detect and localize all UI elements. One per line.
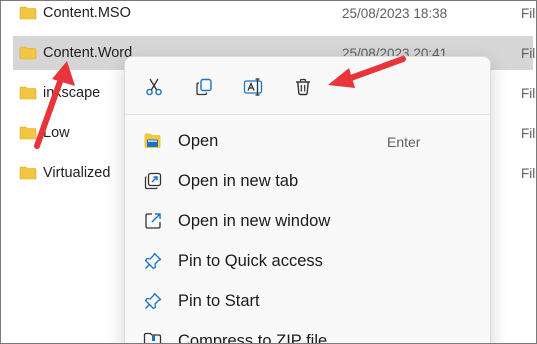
menu-item-label: Pin to Quick access	[178, 252, 323, 270]
menu-item-pin-quick-access[interactable]: Pin to Quick access	[125, 241, 492, 281]
file-name: inkscape	[43, 85, 101, 101]
file-name: Low	[43, 125, 70, 141]
quick-actions-bar	[125, 57, 492, 113]
menu-item-open-new-window[interactable]: Open in new window	[125, 201, 492, 241]
file-name: Virtualized	[43, 165, 111, 181]
pin-icon	[144, 292, 162, 310]
file-type: Fil	[521, 85, 535, 101]
menu-item-open-new-tab[interactable]: Open in new tab	[125, 161, 492, 201]
copy-button[interactable]	[190, 73, 218, 101]
rename-button[interactable]	[240, 73, 268, 101]
menu-item-label: Open in new tab	[178, 172, 299, 190]
copy-icon	[196, 78, 212, 96]
rename-icon	[243, 78, 263, 96]
folder-icon	[19, 166, 37, 180]
menu-item-shortcut: Enter	[387, 134, 421, 150]
menu-divider	[125, 114, 492, 115]
file-type: Fil	[521, 5, 535, 21]
folder-open-icon	[144, 133, 161, 148]
menu-item-pin-start[interactable]: Pin to Start	[125, 281, 492, 321]
delete-button[interactable]	[289, 73, 317, 101]
menu-item-open[interactable]: Open Enter	[125, 121, 492, 161]
file-name: Content.MSO	[43, 5, 131, 21]
cut-button[interactable]	[140, 73, 168, 101]
scissors-icon	[146, 78, 162, 96]
folder-icon	[19, 6, 37, 20]
folder-icon	[19, 86, 37, 100]
menu-item-label: Open	[178, 132, 219, 150]
file-date: 25/08/2023 18:38	[342, 5, 448, 21]
menu-item-label: Pin to Start	[178, 292, 260, 310]
context-menu: Open Enter Open in new tab Open in new w…	[124, 56, 492, 344]
file-type: Fil	[521, 165, 535, 181]
pin-icon	[144, 252, 162, 270]
file-type: Fil	[521, 45, 535, 61]
folder-icon	[19, 126, 37, 140]
file-row[interactable]: Content.MSO 25/08/2023 18:38 Fil	[13, 0, 535, 30]
file-type: Fil	[521, 125, 535, 141]
trash-icon	[296, 78, 310, 96]
folder-icon	[19, 46, 37, 60]
menu-item-label: Open in new window	[178, 212, 331, 230]
zip-icon	[143, 332, 162, 344]
menu-item-compress-zip[interactable]: Compress to ZIP file	[125, 321, 492, 344]
new-window-icon	[145, 213, 161, 229]
file-name: Content.Word	[43, 45, 133, 61]
new-tab-icon	[144, 172, 162, 190]
menu-item-label: Compress to ZIP file	[178, 332, 328, 344]
